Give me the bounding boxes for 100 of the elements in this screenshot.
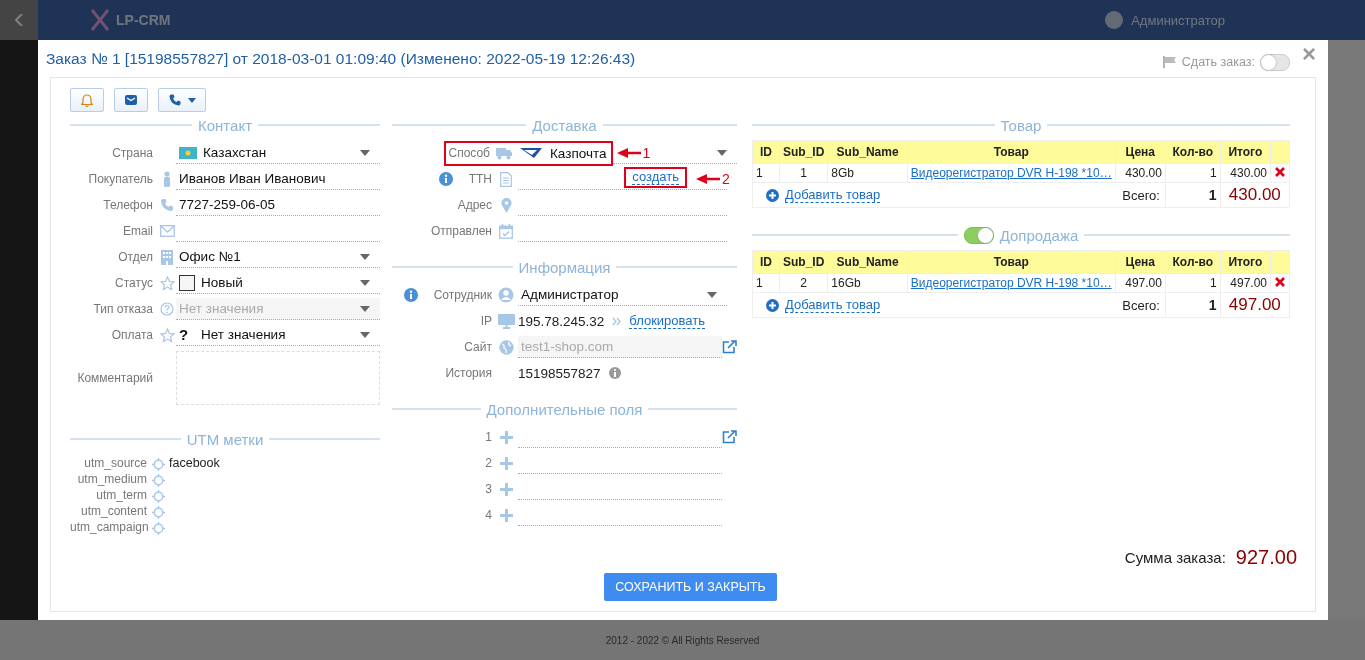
info-icon: [608, 367, 621, 379]
caret-icon: [187, 97, 196, 103]
field-label: Оплата: [110, 328, 153, 342]
column-header: Цена: [1115, 250, 1166, 274]
field-label: Отправлен: [430, 224, 492, 238]
section-title: Информация: [518, 258, 611, 276]
flag-icon: [179, 146, 197, 159]
column-header: Цена: [1115, 140, 1166, 164]
toggle-switch[interactable]: [1260, 53, 1290, 71]
plus-icon: [499, 430, 513, 444]
field-label: 1: [485, 430, 492, 444]
order-id: 15198557827: [518, 365, 601, 381]
total-sum: 430.00: [1220, 182, 1290, 208]
question-mark: ?: [179, 326, 190, 343]
plus-circle-icon: [766, 188, 779, 202]
flag-icon: [1162, 56, 1177, 68]
notification-button[interactable]: [70, 88, 104, 112]
column-header: Sub_ID: [779, 250, 828, 274]
total-label: Всего:: [1122, 187, 1160, 203]
table-cell: 497.00: [1220, 273, 1271, 293]
field-label: Сотрудник: [433, 288, 492, 302]
add-product-link[interactable]: Добавить товар: [785, 187, 881, 203]
field-label: Сайт: [464, 340, 492, 354]
dropdown-toggle[interactable]: 1: [612, 142, 737, 164]
table-cell: 1: [752, 163, 780, 183]
delete-icon[interactable]: [1275, 167, 1285, 177]
dropdown[interactable]: ? Нет значения: [176, 324, 380, 346]
external-link-icon: [722, 340, 737, 354]
plus-circle-icon: [766, 298, 779, 312]
bell-icon: [81, 93, 93, 107]
table-cell: 16Gb: [827, 273, 908, 293]
column-header: Кол-во: [1165, 140, 1221, 164]
crosshair-icon: [151, 458, 165, 471]
star-icon: [159, 327, 175, 343]
message-button[interactable]: [114, 88, 148, 112]
section-title: Контакт: [198, 116, 252, 134]
section-title: UTM метки: [186, 430, 264, 448]
annotation-number: 1: [642, 145, 651, 161]
column-header: Итого: [1220, 140, 1271, 164]
crosshair-icon: [151, 474, 165, 487]
dropdown[interactable]: Казахстан: [176, 142, 380, 164]
dropdown[interactable]: Администратор: [518, 284, 727, 306]
save-and-close-button[interactable]: СОХРАНИТЬ И ЗАКРЫТЬ: [604, 573, 777, 601]
column-header: Товар: [907, 250, 1116, 274]
caret-icon: [360, 279, 370, 286]
field-label: IP: [480, 314, 492, 328]
ip-address: 195.78.245.32: [518, 313, 605, 329]
section-title: Доставка: [532, 116, 597, 134]
utm-label: utm_campaign: [70, 520, 147, 534]
annotation-number: 2: [722, 171, 730, 187]
field-label: Покупатель: [87, 172, 153, 186]
chevron-left-icon: [15, 14, 23, 26]
utm-label: utm_content: [79, 504, 147, 518]
footer-text: 2012 - 2022 © All Rights Reserved: [605, 634, 760, 646]
phone-icon: [168, 94, 181, 106]
dropdown[interactable]: Новый: [176, 272, 380, 294]
envelope-icon: [159, 225, 175, 237]
table-cell: 1: [1165, 163, 1221, 183]
back-button[interactable]: [0, 0, 38, 40]
envelope-icon: [125, 95, 137, 105]
column-header: Итого: [1220, 250, 1271, 274]
dropdown[interactable]: Офис №1: [176, 246, 380, 268]
field-label: ТТН: [468, 172, 492, 186]
table-cell: 1: [1165, 273, 1221, 293]
block-link[interactable]: блокировать: [629, 313, 705, 329]
caret-icon: [707, 291, 717, 298]
column-header: ID: [752, 250, 780, 274]
column-header: Sub_Name: [827, 250, 908, 274]
plus-icon: [499, 508, 513, 522]
total-quantity: 1: [1165, 182, 1221, 208]
column-header: Товар: [907, 140, 1116, 164]
upsell-toggle[interactable]: [963, 226, 994, 244]
total-label: Всего:: [1122, 297, 1160, 313]
plus-icon: [499, 456, 513, 470]
modal-title: Заказ № 1 [15198557827] от 2018-03-01 01:09:40 (Изменено: 2022-05-19 12:26:43): [46, 50, 637, 68]
create-link[interactable]: создать: [632, 169, 679, 185]
question-circle-icon: [160, 302, 174, 316]
add-product-link[interactable]: Добавить товар: [785, 297, 881, 313]
avatar: [1105, 11, 1124, 29]
logo-text: LP-CRM: [116, 12, 171, 28]
close-button[interactable]: ×: [1302, 42, 1316, 66]
field-label: Комментарий: [76, 371, 153, 385]
comment-field[interactable]: [176, 351, 380, 405]
phone-icon: [160, 198, 174, 212]
column-header: Кол-во: [1165, 250, 1221, 274]
field-label: Телефон: [102, 198, 153, 212]
dropdown-value[interactable]: Казпочта: [550, 145, 607, 161]
crosshair-icon: [151, 490, 165, 503]
table-cell: 430.00: [1220, 163, 1271, 183]
utm-label: utm_medium: [76, 472, 147, 486]
input-field[interactable]: Иванов Иван Иванович: [176, 168, 380, 190]
input-field[interactable]: 7727-259-06-05: [176, 194, 380, 216]
order-total-value: 927.00: [1235, 546, 1297, 569]
delete-icon[interactable]: [1275, 277, 1285, 287]
section-title: Дополнительные поля: [486, 400, 643, 418]
calendar-check-icon: [499, 223, 513, 239]
user-name[interactable]: Администратор: [1131, 12, 1225, 28]
double-chevron-icon: [612, 316, 622, 326]
table-cell: 1: [752, 273, 780, 293]
call-button[interactable]: [158, 88, 206, 112]
